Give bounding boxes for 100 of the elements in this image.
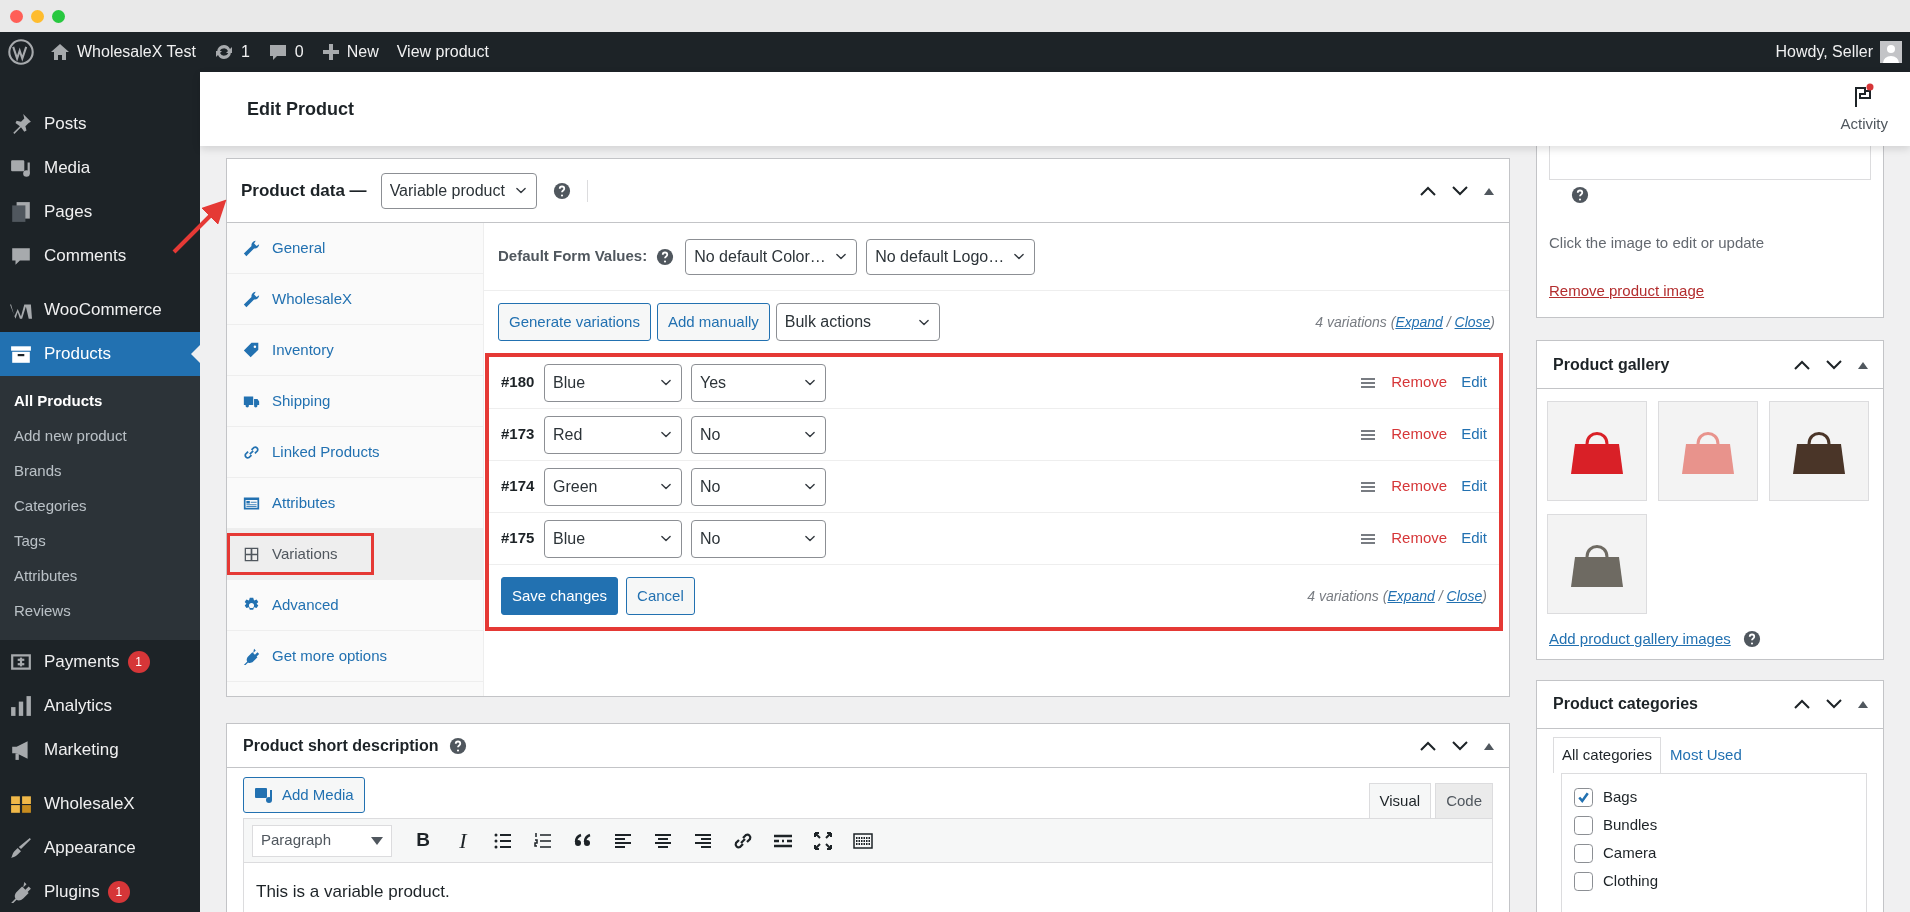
drag-handle-icon[interactable] — [1361, 428, 1376, 441]
checkbox[interactable] — [1574, 788, 1593, 807]
fullscreen-icon[interactable] — [813, 830, 833, 851]
action-button[interactable]: Add manually — [656, 303, 770, 341]
tab[interactable]: Advanced — [227, 580, 483, 631]
tab[interactable]: WholesaleX — [227, 274, 483, 325]
sidebar-item[interactable]: Products — [0, 332, 200, 376]
updates-link[interactable]: 1 — [213, 40, 250, 64]
submenu-item[interactable]: All Products — [0, 383, 200, 418]
editor-tab[interactable]: Visual — [1368, 783, 1432, 818]
variation-number: #175 — [501, 528, 535, 549]
italic-button[interactable]: I — [450, 827, 476, 854]
greeting-text[interactable]: Howdy, Seller — [1775, 40, 1873, 64]
submenu-item[interactable]: Categories — [0, 488, 200, 523]
add-media-button[interactable]: Add Media — [243, 777, 365, 813]
logo-icon[interactable] — [8, 39, 34, 65]
sidebar-item[interactable]: Posts — [0, 102, 200, 146]
remove-link[interactable]: Remove — [1391, 475, 1448, 498]
remove-link[interactable]: Remove — [1391, 527, 1448, 550]
chevron-down-icon[interactable] — [1451, 739, 1469, 752]
default-value-select[interactable]: No default Logo… — [866, 238, 1036, 275]
activity-button[interactable]: Activity — [1840, 82, 1888, 136]
add-gallery-link[interactable]: Add product gallery images — [1549, 628, 1731, 651]
view-product-link[interactable]: View product — [396, 40, 489, 64]
tab[interactable]: Inventory — [227, 325, 483, 376]
panel-title: Product gallery — [1553, 354, 1670, 375]
edit-link[interactable]: Edit — [1461, 423, 1487, 446]
save-button[interactable]: Save changes — [501, 577, 619, 615]
chevron-down-icon[interactable] — [1825, 698, 1843, 710]
attribute-select[interactable]: No — [691, 519, 826, 558]
sidebar-item[interactable]: Payments 1 — [0, 640, 200, 684]
drag-handle-icon[interactable] — [1361, 532, 1376, 545]
numbered-list-icon[interactable] — [533, 830, 553, 851]
tab[interactable]: All categories — [1553, 736, 1662, 773]
dropdown-triangle-icon — [371, 836, 383, 845]
submenu-item[interactable]: Attributes — [0, 558, 200, 593]
checkbox-label: Camera — [1603, 843, 1657, 864]
remove-link[interactable]: Remove — [1391, 371, 1448, 394]
attribute-select[interactable]: No — [691, 415, 826, 454]
chevron-up-icon[interactable] — [1793, 358, 1811, 371]
chevron-up-icon[interactable] — [1419, 739, 1437, 752]
attribute-select[interactable]: Green — [544, 467, 682, 506]
sidebar-item[interactable]: WholesaleX — [0, 782, 200, 826]
submenu-item[interactable]: Brands — [0, 453, 200, 488]
chevron-down-icon[interactable] — [1825, 358, 1843, 371]
tab[interactable]: General — [227, 223, 483, 274]
chevron-up-icon[interactable] — [1793, 698, 1811, 710]
submenu-item[interactable]: Reviews — [0, 593, 200, 628]
edit-link[interactable]: Edit — [1461, 371, 1487, 394]
sidebar-item[interactable]: Comments — [0, 234, 200, 278]
remove-link[interactable]: Remove — [1391, 423, 1448, 446]
drag-handle-icon[interactable] — [1361, 376, 1376, 389]
sidebar-item[interactable]: WooCommerce — [0, 288, 200, 332]
attribute-select[interactable]: Red — [544, 415, 682, 454]
tag-icon — [243, 341, 260, 359]
sidebar-item[interactable]: Media — [0, 146, 200, 190]
default-value-select[interactable]: No default Color… — [685, 238, 858, 275]
plus-icon — [321, 43, 340, 61]
attribute-select[interactable]: Blue — [544, 519, 682, 558]
cancel-button[interactable]: Cancel — [626, 577, 695, 615]
product-type-select[interactable]: Variable product — [380, 172, 537, 209]
checkbox[interactable] — [1574, 844, 1593, 863]
new-link[interactable]: New — [321, 40, 379, 64]
comments-link[interactable]: 0 — [267, 40, 304, 64]
panel-title: Product categories — [1553, 694, 1698, 714]
grid-logo-icon — [10, 793, 32, 815]
chevron-down-icon[interactable] — [1451, 184, 1469, 197]
bulk-actions-select[interactable]: Bulk actions — [775, 303, 940, 341]
collapse-triangle-icon[interactable] — [1857, 699, 1869, 709]
tab[interactable]: Linked Products — [227, 427, 483, 478]
submenu-item[interactable]: Tags — [0, 523, 200, 558]
attribute-select[interactable]: Blue — [544, 363, 682, 402]
attribute-select[interactable]: Yes — [691, 363, 826, 402]
action-button[interactable]: Generate variations — [498, 303, 651, 341]
keyboard-icon[interactable] — [853, 830, 873, 851]
sidebar-item[interactable]: Marketing — [0, 728, 200, 772]
sidebar-item[interactable]: Analytics — [0, 684, 200, 728]
checkbox[interactable] — [1574, 816, 1593, 835]
tab[interactable]: Variations — [227, 529, 483, 580]
tab[interactable]: Shipping — [227, 376, 483, 427]
sidebar-item[interactable]: Pages — [0, 190, 200, 234]
edit-link[interactable]: Edit — [1461, 527, 1487, 550]
attribute-select[interactable]: No — [691, 467, 826, 506]
format-select[interactable]: Paragraph — [252, 824, 392, 857]
help-icon — [656, 247, 675, 266]
summary-link[interactable]: Expand — [1395, 313, 1443, 330]
bold-button[interactable]: B — [410, 827, 436, 854]
remove-image-link[interactable]: Remove product image — [1549, 282, 1705, 300]
edit-link[interactable]: Edit — [1461, 475, 1487, 498]
checkbox[interactable] — [1574, 872, 1593, 891]
sidebar-item[interactable]: Appearance — [0, 826, 200, 870]
chevron-up-icon[interactable] — [1419, 184, 1437, 197]
site-link[interactable]: WholesaleX Test — [50, 40, 196, 64]
editor-tab[interactable]: Code — [1435, 783, 1493, 818]
submenu-item[interactable]: Add new product — [0, 418, 200, 453]
tab[interactable]: Most Used — [1661, 736, 1751, 773]
tab[interactable]: Get more options — [227, 631, 483, 682]
sidebar-item[interactable]: Plugins 1 — [0, 870, 200, 912]
drag-handle-icon[interactable] — [1361, 480, 1376, 493]
summary-link[interactable]: Expand — [1387, 587, 1435, 604]
